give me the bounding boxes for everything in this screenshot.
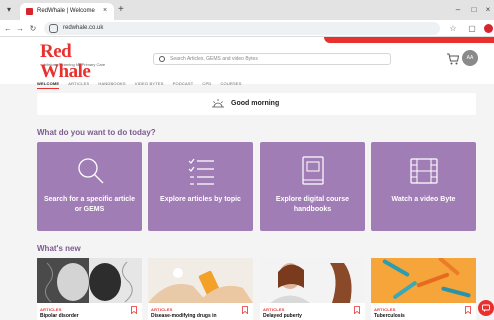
nav-courses[interactable]: COURSES <box>220 80 241 88</box>
site-info-icon[interactable] <box>49 24 58 33</box>
action-card-label: Watch a video Byte <box>391 196 456 203</box>
tab-title: RedWhale | Welcome <box>37 8 95 14</box>
action-card-label: Search for a specific article or GEMS <box>43 196 136 213</box>
list-icon <box>188 158 214 185</box>
search-icon <box>159 56 165 62</box>
article-tag: ARTICLES <box>374 307 396 312</box>
article-image <box>371 258 476 303</box>
sunrise-icon <box>212 99 224 108</box>
site-nav: WELCOME ARTICLES HANDBOOKS VIDEO BYTES PODCA… <box>37 72 251 89</box>
bookmark-icon[interactable] <box>242 306 248 314</box>
action-card-label: Explore digital course handbooks <box>275 196 350 213</box>
bookmark-icon[interactable] <box>465 306 471 314</box>
action-card-video[interactable]: Watch a video Byte <box>371 142 476 231</box>
greeting-banner: Good morning <box>37 93 476 115</box>
actions-heading: What do you want to do today? <box>37 128 156 137</box>
action-card-topics[interactable]: Explore articles by topic <box>148 142 253 231</box>
whats-new-heading: What's new <box>37 244 81 253</box>
bookmark-star-icon[interactable]: ☆ <box>448 23 458 34</box>
site-logo[interactable]: Red Whale Lifelong Learning for Primary … <box>40 42 120 82</box>
url-field[interactable]: redwhale.co.uk <box>44 22 440 35</box>
book-icon <box>302 156 324 185</box>
browser-profile-icon[interactable] <box>484 24 493 33</box>
site-search-input[interactable]: Search Articles, GEMS and video Bytes <box>153 53 391 65</box>
action-card-handbooks[interactable]: Explore digital course handbooks <box>260 142 365 231</box>
cart-icon[interactable] <box>446 52 460 66</box>
action-card-label: Explore articles by topic <box>160 196 241 203</box>
back-arrow-icon[interactable]: ← <box>3 23 13 34</box>
article-image <box>148 258 253 303</box>
article-title: Disease-modifying drugs in <box>151 313 217 319</box>
tab-search-icon[interactable]: ▾ <box>3 4 15 16</box>
article-card[interactable]: ARTICLES Delayed puberty <box>260 258 365 320</box>
user-avatar[interactable]: AA <box>462 50 478 66</box>
side-panel-icon[interactable]: ▢ <box>467 23 477 34</box>
article-title: Bipolar disorder <box>40 313 79 319</box>
url-text: redwhale.co.uk <box>63 25 104 31</box>
article-title: Tuberculosis <box>374 313 405 319</box>
bookmark-icon[interactable] <box>354 306 360 314</box>
film-icon <box>410 158 438 184</box>
maximize-icon[interactable]: □ <box>468 4 480 16</box>
article-tag: ARTICLES <box>40 307 62 312</box>
article-card[interactable]: ARTICLES Tuberculosis <box>371 258 476 320</box>
chat-button[interactable] <box>478 300 494 316</box>
greeting-text: Good morning <box>231 100 280 107</box>
address-bar: ← → ↻ redwhale.co.uk ☆ ▢ <box>0 20 494 37</box>
favicon-icon <box>26 8 33 15</box>
logo-tagline: Lifelong Learning for Primary Care <box>44 62 106 67</box>
tab-close-icon[interactable]: × <box>103 6 107 16</box>
nav-articles[interactable]: ARTICLES <box>68 80 89 88</box>
window-close-icon[interactable]: × <box>482 4 494 16</box>
article-tag: ARTICLES <box>151 307 173 312</box>
search-placeholder: Search Articles, GEMS and video Bytes <box>170 56 258 62</box>
nav-handbooks[interactable]: HANDBOOKS <box>98 80 125 88</box>
nav-video-bytes[interactable]: VIDEO BYTES <box>135 80 164 88</box>
chat-icon <box>482 304 490 312</box>
article-tag: ARTICLES <box>263 307 285 312</box>
new-tab-button[interactable]: + <box>118 4 124 16</box>
forward-arrow-icon[interactable]: → <box>15 23 25 34</box>
browser-tab-bar: ▾ RedWhale | Welcome × + – □ × <box>0 0 494 20</box>
bookmark-icon[interactable] <box>131 306 137 314</box>
nav-podcast[interactable]: PODCAST <box>173 80 194 88</box>
header-decoration <box>324 37 494 43</box>
nav-welcome[interactable]: WELCOME <box>37 80 60 89</box>
search-icon <box>78 158 104 184</box>
article-card[interactable]: ARTICLES Bipolar disorder <box>37 258 142 320</box>
nav-cpd[interactable]: CPD <box>202 80 211 88</box>
article-image <box>37 258 142 303</box>
action-card-search[interactable]: Search for a specific article or GEMS <box>37 142 142 231</box>
article-card[interactable]: ARTICLES Disease-modifying drugs in <box>148 258 253 320</box>
article-title: Delayed puberty <box>263 313 302 319</box>
minimize-icon[interactable]: – <box>452 4 464 16</box>
article-image <box>260 258 365 303</box>
browser-tab[interactable]: RedWhale | Welcome × <box>20 3 114 20</box>
reload-icon[interactable]: ↻ <box>28 23 38 34</box>
